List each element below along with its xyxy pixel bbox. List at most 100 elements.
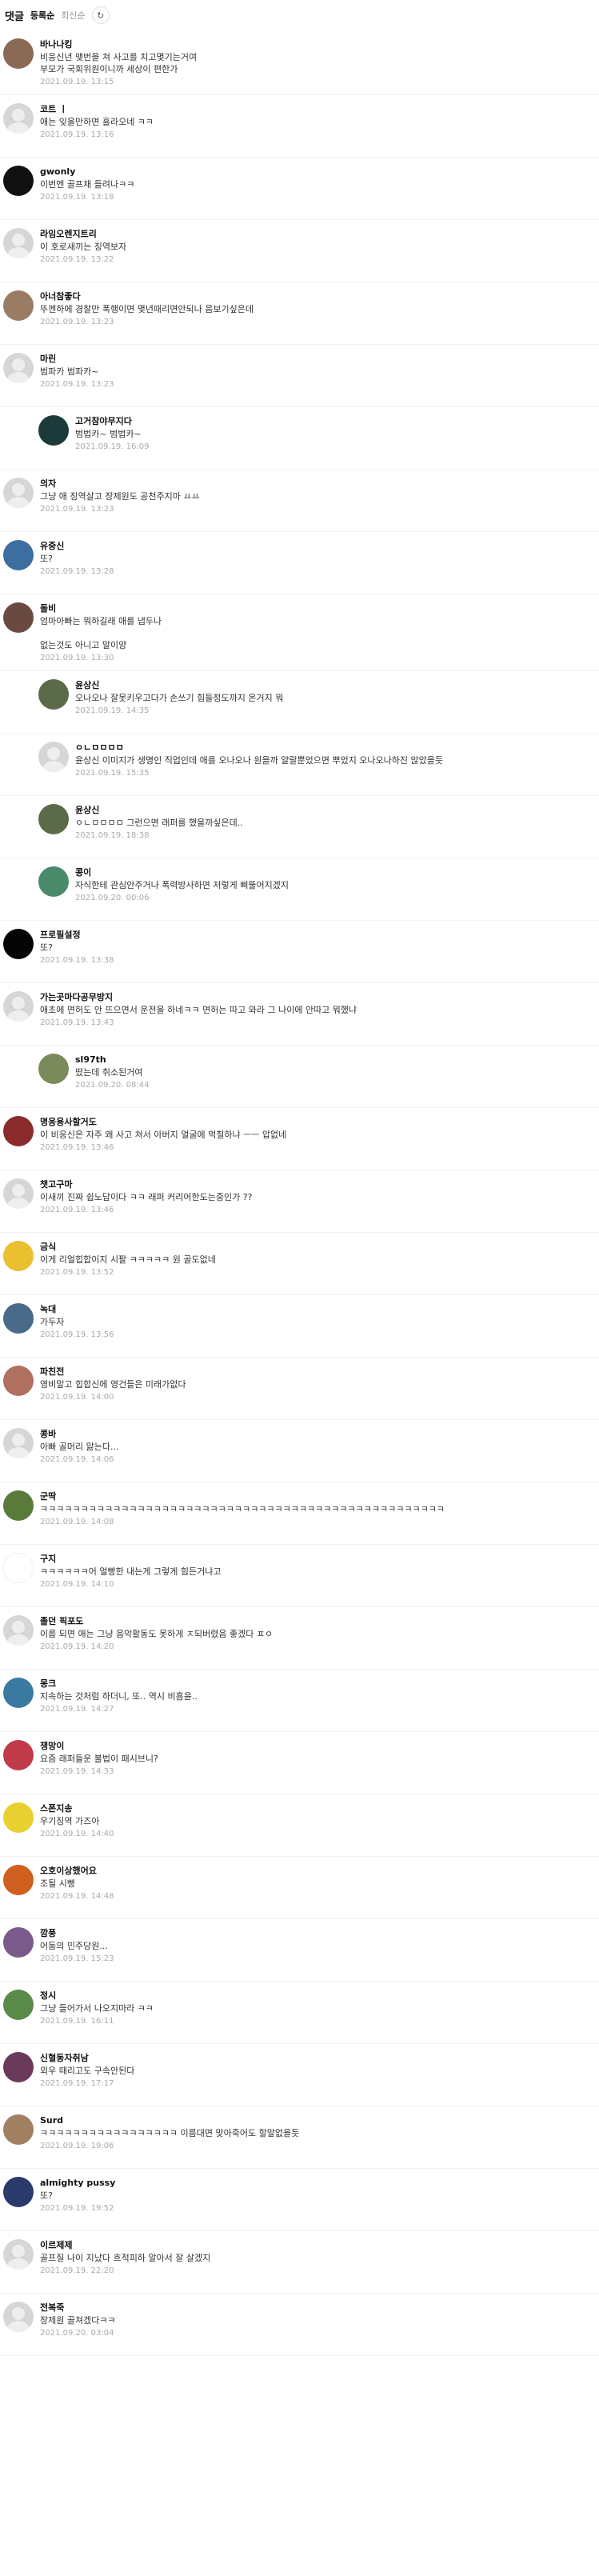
comment-nickname[interactable]: 전복죽 bbox=[40, 2302, 599, 2314]
comment-nickname[interactable]: 윤상신 bbox=[75, 679, 599, 692]
comment-date: 2021.09.19. 19:06 bbox=[40, 2142, 114, 2150]
avatar[interactable] bbox=[3, 991, 34, 1022]
avatar[interactable] bbox=[38, 804, 69, 834]
avatar[interactable] bbox=[3, 2052, 34, 2082]
comment-nickname[interactable]: 졸던 픽포도 bbox=[40, 1615, 599, 1628]
comment-nickname[interactable]: gwonly bbox=[40, 166, 599, 178]
comment-nickname[interactable]: Surd bbox=[40, 2114, 599, 2127]
avatar[interactable] bbox=[3, 1241, 34, 1271]
comment-nickname[interactable]: 바나나킹 bbox=[40, 38, 599, 51]
comment-nickname[interactable]: 프로필설정 bbox=[40, 929, 599, 942]
comment-date: 2021.09.19. 13:22 bbox=[40, 255, 114, 264]
avatar[interactable] bbox=[3, 1927, 34, 1958]
avatar[interactable] bbox=[3, 228, 34, 258]
comment-body: 라임오렌지트리 이 호로새끼는 징역보자 2021.09.19. 13:22 bbox=[40, 228, 599, 274]
comment-nickname[interactable]: 코트 ㅣ bbox=[40, 103, 599, 116]
comment-date: 2021.09.20. 08:44 bbox=[75, 1081, 150, 1090]
comment-text: 그냥 들어가서 나오지마라 ㅋㅋ bbox=[40, 2003, 154, 2014]
comment-nickname[interactable]: 콩이 bbox=[75, 866, 599, 879]
comment-text: 우기징역 가즈아 bbox=[40, 1816, 100, 1826]
avatar[interactable] bbox=[3, 2177, 34, 2207]
avatar[interactable] bbox=[3, 1740, 34, 1770]
comment-nickname[interactable]: almighty pussy bbox=[40, 2177, 599, 2190]
comment-nickname[interactable]: 이르제제 bbox=[40, 2239, 599, 2252]
comment-item: 아너참좋다 뚜껜하에 경찰만 폭행이면 몇년때리면안되나 음보기싶은데 2021.0… bbox=[0, 282, 599, 345]
comment-nickname[interactable]: 의자 bbox=[40, 478, 599, 490]
reply-item: ㅇㄴㅁㅁㅁㅁ 윤상신 이미지가 생명인 직업인데 애를 오나오나 원을까 얄랄뿐었… bbox=[0, 734, 599, 796]
comment-nickname[interactable]: 깜풍 bbox=[40, 1927, 599, 1940]
comment-body: 윤상신 ㅇㄴㅁㅁㅁㅁ 그런으면 래퍼를 했을까싶은데.. 2021.09.19. 1… bbox=[75, 804, 599, 850]
comment-nickname[interactable]: 마린 bbox=[40, 353, 599, 366]
comment-text: 조될 시빵 bbox=[40, 1878, 75, 1889]
comment-nickname[interactable]: 몽크 bbox=[40, 1678, 599, 1690]
comment-nickname[interactable]: ㅇㄴㅁㅁㅁㅁ bbox=[75, 742, 599, 754]
comment-date: 2021.09.19. 14:48 bbox=[40, 1892, 114, 1901]
comment-nickname[interactable]: 돌비 bbox=[40, 602, 599, 615]
comment-date: 2021.09.19. 13:18 bbox=[40, 193, 114, 202]
comment-body: 스폰지송 우기징역 가즈아 2021.09.19. 14:40 bbox=[40, 1802, 599, 1848]
comment-body: 유중신 또? 2021.09.19. 13:28 bbox=[40, 540, 599, 586]
avatar[interactable] bbox=[3, 2239, 34, 2270]
comment-body: 고거참야무지다 범법카~ 범법카~ 2021.09.19. 16:09 bbox=[75, 415, 599, 461]
comment-nickname[interactable]: 명응용사할거도 bbox=[40, 1116, 599, 1129]
avatar[interactable] bbox=[3, 1178, 34, 1209]
avatar[interactable] bbox=[3, 1615, 34, 1646]
sort-latest-button[interactable]: 최신순 bbox=[61, 9, 85, 22]
comment-body: 프로필설정 또? 2021.09.19. 13:38 bbox=[40, 929, 599, 974]
avatar[interactable] bbox=[3, 1428, 34, 1458]
avatar[interactable] bbox=[3, 1865, 34, 1895]
avatar[interactable] bbox=[3, 602, 34, 633]
avatar[interactable] bbox=[3, 1990, 34, 2020]
comment-nickname[interactable]: 쟁망이 bbox=[40, 1740, 599, 1753]
avatar[interactable] bbox=[3, 1553, 34, 1583]
avatar[interactable] bbox=[3, 353, 34, 383]
avatar[interactable] bbox=[38, 415, 69, 446]
avatar[interactable] bbox=[38, 1054, 69, 1084]
comment-nickname[interactable]: 정시 bbox=[40, 1990, 599, 2002]
comment-nickname[interactable]: 신혈동자취남 bbox=[40, 2052, 599, 2065]
comment-item: 쟁망이 요즘 래퍼들운 불법이 패시브니? 2021.09.19. 14:33 bbox=[0, 1732, 599, 1794]
comment-body: 신혈동자취남 외우 때리고도 구속안된다 2021.09.19. 17:17 bbox=[40, 2052, 599, 2098]
avatar[interactable] bbox=[3, 38, 34, 69]
comment-nickname[interactable]: 군딱 bbox=[40, 1490, 599, 1503]
avatar[interactable] bbox=[3, 1490, 34, 1521]
avatar[interactable] bbox=[38, 679, 69, 710]
avatar[interactable] bbox=[3, 1303, 34, 1334]
sort-registered-button[interactable]: 등록순 bbox=[30, 9, 54, 22]
comment-text: 이름 되면 애는 그냥 음악활동도 못하게 ㅈ되버렸음 좋겠다 ㅍㅇ bbox=[40, 1629, 274, 1639]
comment-nickname[interactable]: 콩바 bbox=[40, 1428, 599, 1441]
avatar[interactable] bbox=[3, 1802, 34, 1833]
comment-nickname[interactable]: 금식 bbox=[40, 1241, 599, 1254]
comment-nickname[interactable]: 아너참좋다 bbox=[40, 290, 599, 303]
comment-nickname[interactable]: sl97th bbox=[75, 1054, 599, 1066]
avatar[interactable] bbox=[3, 2302, 34, 2332]
comment-nickname[interactable]: 고거참야무지다 bbox=[75, 415, 599, 428]
avatar[interactable] bbox=[3, 1116, 34, 1146]
avatar[interactable] bbox=[3, 1678, 34, 1708]
comment-nickname[interactable]: 라임오렌지트리 bbox=[40, 228, 599, 241]
comment-nickname[interactable]: 스폰지송 bbox=[40, 1802, 599, 1815]
avatar[interactable] bbox=[3, 2114, 34, 2145]
comment-item: 마린 범파카 범파카~ 2021.09.19. 13:23 bbox=[0, 345, 599, 407]
comment-nickname[interactable]: 오호이상했어요 bbox=[40, 1865, 599, 1878]
avatar[interactable] bbox=[3, 478, 34, 508]
comment-date: 2021.09.19. 16:11 bbox=[40, 2017, 114, 2026]
comment-nickname[interactable]: 녹대 bbox=[40, 1303, 599, 1316]
avatar[interactable] bbox=[3, 1366, 34, 1396]
comment-nickname[interactable]: 윤상신 bbox=[75, 804, 599, 817]
avatar[interactable] bbox=[3, 103, 34, 134]
avatar[interactable] bbox=[3, 166, 34, 196]
refresh-icon[interactable]: ↻ bbox=[91, 6, 110, 24]
avatar[interactable] bbox=[3, 540, 34, 570]
avatar[interactable] bbox=[38, 866, 69, 897]
comment-nickname[interactable]: 유중신 bbox=[40, 540, 599, 553]
comment-nickname[interactable]: 가는곳마다공무방지 bbox=[40, 991, 599, 1004]
avatar[interactable] bbox=[38, 742, 69, 772]
comment-nickname[interactable]: 파친전 bbox=[40, 1366, 599, 1378]
comment-date: 2021.09.19. 13:30 bbox=[40, 654, 114, 662]
comment-body: 오호이상했어요 조될 시빵 2021.09.19. 14:48 bbox=[40, 1865, 599, 1910]
comment-nickname[interactable]: 구지 bbox=[40, 1553, 599, 1566]
avatar[interactable] bbox=[3, 290, 34, 321]
avatar[interactable] bbox=[3, 929, 34, 959]
comment-nickname[interactable]: 챗고구마 bbox=[40, 1178, 599, 1191]
